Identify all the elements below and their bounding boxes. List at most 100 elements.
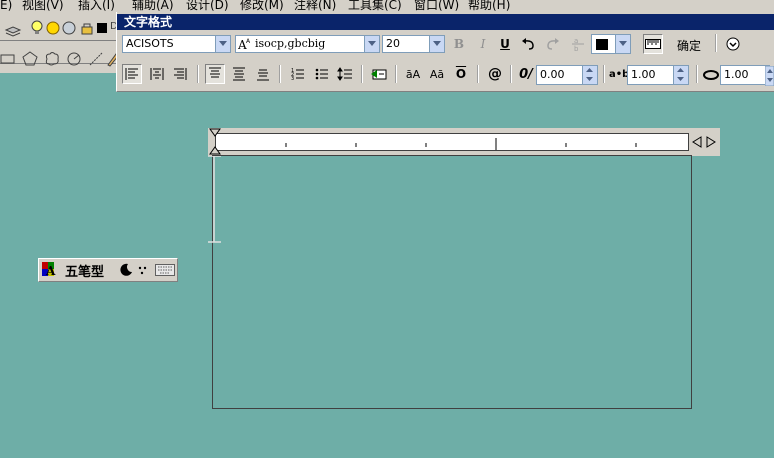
undo-icon [522,38,534,50]
chevron-down-icon[interactable] [429,36,444,52]
font-icon: A A [238,38,251,51]
text-height-value: 20 [386,37,400,50]
text-format-toolbar: 文字格式 ACISOTS A A isocp,gbcbig 20 B I U a… [116,12,774,92]
align-top-icon [209,67,221,78]
bullet-list-button[interactable] [312,64,332,84]
ok-button[interactable]: 确定 [677,37,701,54]
rectangle-icon[interactable] [0,52,16,66]
revcloud-icon[interactable] [44,51,60,67]
menu-view[interactable]: 视图(V) [22,0,64,12]
menu-toolset[interactable]: 工具集(C) [348,0,402,12]
align-center-button[interactable] [147,64,167,84]
chevron-down-icon[interactable] [364,36,379,52]
svg-text:3: 3 [291,76,294,81]
redo-icon [547,38,559,50]
numbered-list-icon: 123 [291,68,304,81]
uppercase-button[interactable]: āA [403,64,423,84]
width-factor-value: 1.00 [724,68,749,81]
punctuation-icon[interactable] [137,265,151,275]
ruler-toggle-button[interactable] [643,34,663,54]
tracking-input[interactable]: 1.00 [627,65,689,85]
lightbulb-icon[interactable] [30,20,44,36]
options-chevron-icon [726,37,740,51]
ruler-icon [645,39,661,49]
spin-down-icon[interactable] [673,75,688,84]
text-format-title-bar[interactable]: 文字格式 [117,14,774,30]
text-style-dropdown[interactable]: ACISOTS [122,35,231,53]
text-ruler[interactable] [208,128,720,156]
align-right-icon [174,68,187,80]
keyboard-icon[interactable] [155,263,175,277]
options-button[interactable] [723,34,743,54]
underline-button[interactable]: U [495,34,515,54]
bullet-list-icon [315,68,328,80]
menu-assist[interactable]: 辅助(A) [132,0,174,12]
text-cursor-icon [208,156,221,243]
insert-field-button[interactable] [369,64,389,84]
align-bottom-button[interactable] [253,64,273,84]
indent-marker-icon[interactable] [209,128,221,156]
spin-up-icon[interactable] [582,66,597,75]
align-top-button[interactable] [205,64,225,84]
bold-button[interactable]: B [449,34,469,54]
circle-arc-icon[interactable] [66,51,82,67]
left-toolbars: D [0,13,120,73]
resize-width-icon[interactable] [692,136,718,148]
align-left-button[interactable] [122,64,142,84]
menu-window[interactable]: 窗口(W) [414,0,459,12]
tracking-value: 1.00 [631,68,656,81]
chevron-down-icon[interactable] [615,35,630,53]
moon-icon[interactable] [119,263,133,277]
ruler-bar[interactable] [215,133,689,151]
menu-edit[interactable]: E) [0,0,12,12]
font-value: isocp,gbcbig [255,37,326,50]
spin-up-icon[interactable] [673,66,688,75]
svg-text:A: A [45,264,56,278]
lock-icon[interactable] [80,21,94,35]
redo-button[interactable] [543,34,563,54]
width-factor-input[interactable]: 1.00 [720,65,770,85]
overline-button[interactable]: O [451,64,471,84]
undo-button[interactable] [518,34,538,54]
align-right-button[interactable] [170,64,190,84]
ime-status-bar[interactable]: A 五笔型 [38,258,178,282]
text-height-dropdown[interactable]: 20 [382,35,445,53]
stack-icon: ab [572,37,584,52]
line-spacing-icon [337,67,352,81]
font-dropdown[interactable]: A A isocp,gbcbig [235,35,380,53]
text-color-dropdown[interactable] [591,34,631,54]
ime-logo-icon[interactable]: A [42,262,60,278]
menu-help[interactable]: 帮助(H) [468,0,510,12]
svg-text:A: A [246,38,251,45]
line-icon[interactable] [88,51,104,67]
svg-text:b: b [574,45,579,52]
symbol-button[interactable]: @ [485,64,505,84]
menu-modify[interactable]: 修改(M) [240,0,284,12]
freeze-icon[interactable] [62,21,76,35]
width-spin-arrows[interactable] [765,66,774,86]
stack-button[interactable]: ab [568,34,588,54]
insert-field-icon [371,69,387,80]
oblique-angle-icon: 0/ [519,66,533,82]
align-middle-button[interactable] [229,64,249,84]
menu-design[interactable]: 设计(D) [186,0,229,12]
layers-icon[interactable] [4,21,22,37]
align-bottom-icon [257,69,269,81]
polygon-icon[interactable] [22,51,38,67]
oblique-angle-input[interactable]: 0.00 [536,65,598,85]
menu-insert[interactable]: 插入(I) [78,0,115,12]
chevron-down-icon[interactable] [215,36,230,52]
text-style-value: ACISOTS [126,37,174,50]
sun-icon[interactable] [46,21,60,35]
menu-annotate[interactable]: 注释(N) [294,0,336,12]
oblique-angle-value: 0.00 [540,68,565,81]
numbered-list-button[interactable]: 123 [288,64,308,84]
line-spacing-button[interactable] [335,64,355,84]
ime-mode-label[interactable]: 五笔型 [65,261,104,280]
lowercase-button[interactable]: Aā [427,64,447,84]
italic-button[interactable]: I [473,34,493,54]
mtext-editor-area[interactable] [212,155,692,409]
spin-down-icon[interactable] [582,75,597,84]
color-swatch-icon [596,39,608,50]
color-square-icon[interactable] [96,22,108,34]
